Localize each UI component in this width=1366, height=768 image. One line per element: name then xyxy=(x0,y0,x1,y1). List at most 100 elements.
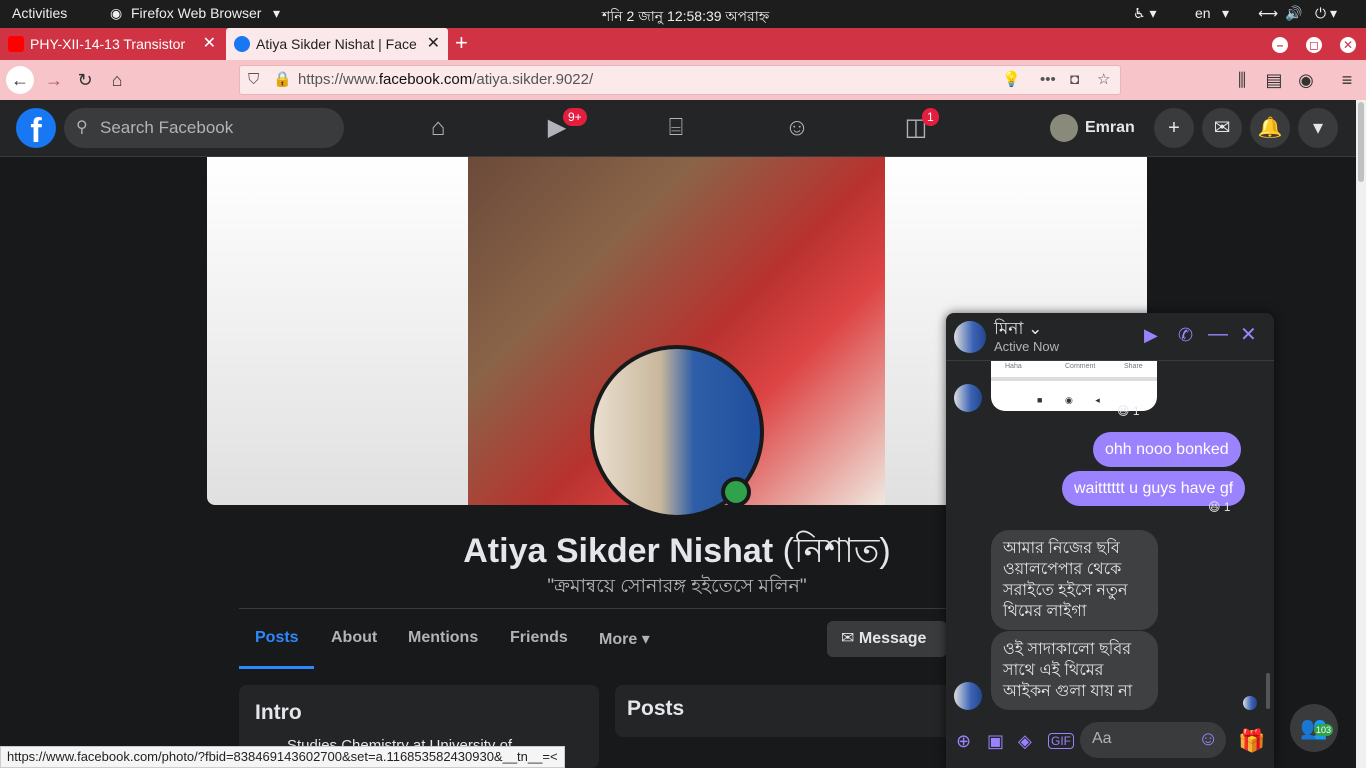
lightbulb-icon[interactable]: 💡 xyxy=(1002,66,1021,94)
forward-icon[interactable]: → xyxy=(40,66,68,94)
sidebar-icon[interactable]: ▤ xyxy=(1260,66,1288,94)
chevron-down-icon[interactable]: ▾ xyxy=(1222,5,1229,22)
photo-icon[interactable]: ▣ xyxy=(987,731,1004,752)
more-icon[interactable]: ••• xyxy=(1040,66,1056,94)
close-icon[interactable]: ✕ xyxy=(427,28,440,60)
youtube-icon xyxy=(8,36,24,52)
search-placeholder: Search Facebook xyxy=(100,118,234,137)
tab-posts[interactable]: Posts xyxy=(255,629,299,647)
message-out[interactable]: ohh nooo bonked xyxy=(1093,432,1241,467)
message-placeholder: Aa xyxy=(1092,730,1112,747)
add-icon[interactable]: ⊕ xyxy=(956,731,971,752)
online-count-badge: 103 xyxy=(1314,724,1334,736)
library-icon[interactable]: ⫼ xyxy=(1228,66,1256,94)
url-domain: facebook.com xyxy=(378,71,473,88)
bookmark-star-icon[interactable]: ☆ xyxy=(1097,66,1110,94)
account-dropdown-icon[interactable]: ▾ xyxy=(1298,108,1338,148)
close-chat-icon[interactable]: ✕ xyxy=(1240,322,1257,347)
close-window-icon[interactable]: ✕ xyxy=(1340,37,1356,53)
gaming-badge: 1 xyxy=(922,108,939,126)
emoji-icon[interactable]: ☺ xyxy=(1198,728,1218,751)
phone-icon[interactable]: ✆ xyxy=(1178,325,1193,346)
firefox-icon: ◉ xyxy=(110,5,123,21)
page-scrollbar[interactable] xyxy=(1356,100,1366,768)
message-in[interactable]: আমার নিজের ছবি ওয়ালপেপার থেকে সরাইতে হই… xyxy=(991,530,1158,630)
url-bar[interactable]: ⛉ 🔒 https://www.facebook.com/atiya.sikde… xyxy=(239,65,1121,95)
maximize-icon[interactable]: ◻ xyxy=(1306,37,1322,53)
chevron-down-icon: ▾ xyxy=(641,631,650,648)
minimize-chat-icon[interactable]: — xyxy=(1208,323,1228,346)
page-scrollbar-thumb[interactable] xyxy=(1358,102,1364,182)
new-tab-button[interactable]: + xyxy=(455,28,468,58)
notifications-bell-icon[interactable]: 🔔 xyxy=(1250,108,1290,148)
sticker-icon[interactable]: ◈ xyxy=(1018,731,1032,752)
volume-icon[interactable]: 🔊 xyxy=(1285,5,1302,22)
facebook-icon xyxy=(234,36,250,52)
system-top-bar: Activities ◉ Firefox Web Browser ▾ শনি 2… xyxy=(0,0,1366,28)
video-call-icon[interactable]: ▶ xyxy=(1144,325,1158,346)
tab-mentions[interactable]: Mentions xyxy=(408,629,478,647)
tab-strip: PHY-XII-14-13 Transistor ✕ Atiya Sikder … xyxy=(0,28,1366,60)
url-path: /atiya.sikder.9022/ xyxy=(472,71,594,88)
groups-icon[interactable]: ☺ xyxy=(781,112,813,144)
tab-title: Atiya Sikder Nishat | Face xyxy=(256,36,417,52)
profile-name-text: Atiya Sikder Nishat xyxy=(463,532,774,570)
activities-button[interactable]: Activities xyxy=(12,5,67,21)
home-nav-icon[interactable]: ⌂ xyxy=(422,112,454,144)
tab-facebook[interactable]: Atiya Sikder Nishat | Face ✕ xyxy=(226,28,448,60)
close-icon[interactable]: ✕ xyxy=(203,28,216,60)
search-input[interactable]: ⚲ Search Facebook xyxy=(64,108,344,148)
marketplace-icon[interactable]: ⌸ xyxy=(660,112,692,144)
create-plus-icon[interactable]: + xyxy=(1154,108,1194,148)
language-indicator[interactable]: en xyxy=(1195,5,1211,21)
app-menu[interactable]: Firefox Web Browser xyxy=(131,5,261,21)
link-status-bar: https://www.facebook.com/photo/?fbid=838… xyxy=(0,746,565,768)
sender-avatar[interactable] xyxy=(954,682,982,710)
chat-scrollbar[interactable] xyxy=(1266,673,1270,709)
facebook-logo-icon[interactable]: f xyxy=(16,108,56,150)
gif-icon[interactable]: GIF xyxy=(1048,733,1074,749)
shield-icon[interactable]: ⛉ xyxy=(248,66,259,94)
account-icon[interactable]: ◉ xyxy=(1292,66,1320,94)
chevron-down-icon: ⌄ xyxy=(1028,319,1043,338)
menu-icon[interactable]: ≡ xyxy=(1333,66,1361,94)
post-action-comment: Comment xyxy=(1065,363,1096,370)
sender-avatar[interactable] xyxy=(954,384,982,412)
user-name[interactable]: Emran xyxy=(1085,119,1135,137)
message-in[interactable]: ওই সাদাকালো ছবির সাথে এই থিমের আইকন গুলা… xyxy=(991,631,1158,710)
post-action-share: Share xyxy=(1124,363,1143,370)
tab-more[interactable]: More ▾ xyxy=(599,629,650,649)
lock-icon[interactable]: 🔒 xyxy=(273,66,292,94)
seen-avatar xyxy=(1243,696,1257,710)
tab-more-label: More xyxy=(599,631,638,648)
back-icon[interactable]: ← xyxy=(6,66,34,94)
chat-heads-button[interactable]: 👥 103 xyxy=(1290,704,1338,752)
contact-avatar[interactable] xyxy=(954,321,986,353)
pocket-icon[interactable]: ◘ xyxy=(1070,66,1079,94)
posts-card: Posts xyxy=(615,685,955,737)
avatar[interactable] xyxy=(1050,114,1078,142)
clock[interactable]: শনি 2 জানু 12:58:39 অপরাহ্ন xyxy=(602,5,769,29)
chevron-down-icon[interactable]: ▾ xyxy=(273,5,280,22)
reload-icon[interactable]: ↻ xyxy=(71,66,99,94)
gift-icon[interactable]: 🎁 xyxy=(1238,728,1265,754)
reaction-count: 1 xyxy=(1223,500,1231,514)
power-icon[interactable]: ⏻ ▾ xyxy=(1315,5,1337,22)
facebook-header: f ⚲ Search Facebook ⌂ ▶ 9+ ⌸ ☺ ◫ 1 Emran… xyxy=(0,100,1356,157)
accessibility-icon[interactable]: ♿ ▾ xyxy=(1133,5,1156,22)
reaction-haha[interactable]: 😆 1 xyxy=(1117,404,1140,418)
home-icon[interactable]: ⌂ xyxy=(103,66,131,94)
messenger-icon[interactable]: ✉ xyxy=(1202,108,1242,148)
message-input[interactable]: Aa ☺ xyxy=(1080,722,1226,758)
url-prefix: https://www. xyxy=(298,71,379,88)
tab-about[interactable]: About xyxy=(331,629,377,647)
network-icon[interactable]: ⟷ xyxy=(1258,5,1278,22)
tab-transistor[interactable]: PHY-XII-14-13 Transistor ✕ xyxy=(0,28,224,60)
intro-title: Intro xyxy=(255,701,302,724)
search-icon: ⚲ xyxy=(76,119,88,136)
reaction-haha[interactable]: 😆 1 xyxy=(1208,500,1231,514)
message-button[interactable]: ✉ Message xyxy=(827,621,947,657)
tab-friends[interactable]: Friends xyxy=(510,629,568,647)
reaction-count: 1 xyxy=(1132,404,1140,418)
minimize-icon[interactable]: – xyxy=(1272,37,1288,53)
